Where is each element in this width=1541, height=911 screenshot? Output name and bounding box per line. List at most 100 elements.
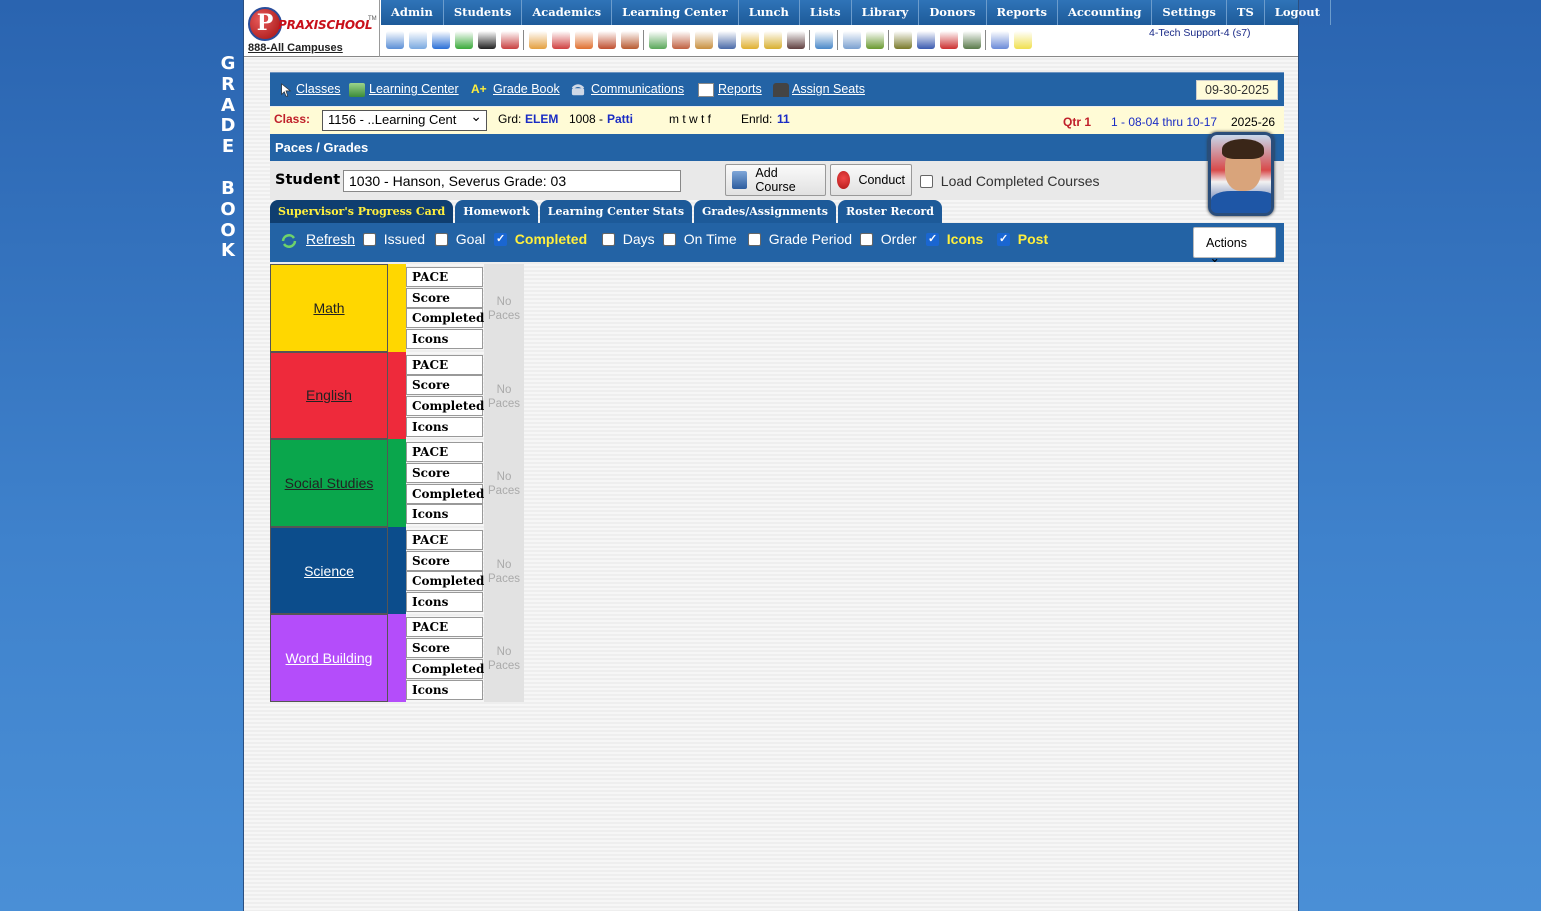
- subject-color-strip: [388, 264, 406, 352]
- refresh-icon[interactable]: [280, 233, 298, 249]
- conduct-label: Conduct: [858, 173, 905, 187]
- mobile-icon[interactable]: [477, 31, 496, 49]
- printer-icon[interactable]: [893, 31, 912, 49]
- menu-learning-center[interactable]: Learning Center: [612, 0, 739, 25]
- filter-completed[interactable]: Completed: [494, 231, 587, 247]
- nav-grade-book[interactable]: Grade Book: [493, 82, 560, 96]
- megaphone-icon[interactable]: [500, 31, 519, 49]
- title-letter: R: [221, 73, 235, 95]
- clock-icon[interactable]: [814, 31, 833, 49]
- enrolled-label: Enrld:: [741, 112, 773, 126]
- menu-library[interactable]: Library: [852, 0, 920, 25]
- menu-students[interactable]: Students: [444, 0, 523, 25]
- cash-icon[interactable]: [962, 31, 981, 49]
- praxischool-logo[interactable]: P PRAXISCHOOL TM 888-All Campuses: [244, 0, 380, 57]
- menu-reports[interactable]: Reports: [987, 0, 1058, 25]
- schedule-icon[interactable]: [528, 31, 547, 49]
- completed-checkbox[interactable]: [494, 232, 507, 246]
- filter-icons[interactable]: Icons: [926, 231, 983, 247]
- nav-classes[interactable]: Classes: [296, 82, 340, 96]
- search-icon[interactable]: [385, 31, 404, 49]
- days-checkbox[interactable]: [602, 233, 615, 246]
- add-course-button[interactable]: Add Course: [725, 164, 826, 196]
- issued-checkbox[interactable]: [363, 233, 376, 246]
- announce-icon[interactable]: [574, 31, 593, 49]
- subject-math[interactable]: Math: [270, 264, 388, 352]
- menu-admin[interactable]: Admin: [381, 0, 444, 25]
- tab-roster-record[interactable]: Roster Record: [837, 200, 942, 223]
- load-completed-checkbox[interactable]: [920, 175, 933, 188]
- filter-issued[interactable]: Issued: [363, 231, 425, 247]
- enrolled-count: 11: [777, 112, 790, 126]
- chat-icon[interactable]: [454, 31, 473, 49]
- grade-period-checkbox[interactable]: [748, 233, 761, 246]
- post-label: Post: [1017, 231, 1049, 247]
- menu-lists[interactable]: Lists: [800, 0, 852, 25]
- broom-icon[interactable]: [740, 31, 759, 49]
- note-icon[interactable]: [1013, 31, 1032, 49]
- calendar-grid-icon[interactable]: [408, 31, 427, 49]
- teacher-icon[interactable]: [597, 31, 616, 49]
- row-label-icons: Icons: [406, 504, 483, 525]
- email-icon[interactable]: [431, 31, 450, 49]
- nav-learning-center[interactable]: Learning Center: [369, 82, 459, 96]
- row-label-completed: Completed: [406, 308, 484, 329]
- icons-checkbox[interactable]: [926, 232, 939, 246]
- pdf-icon[interactable]: [939, 31, 958, 49]
- ap-icon[interactable]: [916, 31, 935, 49]
- tab-supervisors-progress-card[interactable]: Supervisor's Progress Card: [270, 200, 454, 223]
- money-icon[interactable]: [648, 31, 667, 49]
- filter-days[interactable]: Days: [602, 231, 655, 247]
- menu-lunch[interactable]: Lunch: [739, 0, 800, 25]
- filter-on-time[interactable]: On Time: [663, 231, 737, 247]
- help-icon[interactable]: [990, 31, 1009, 49]
- goal-checkbox[interactable]: [435, 233, 448, 246]
- actions-button[interactable]: Actions ⌄: [1193, 227, 1276, 265]
- grade-level: ELEM: [525, 112, 559, 126]
- menu-logout[interactable]: Logout: [1265, 0, 1331, 25]
- subject-word-building[interactable]: Word Building: [270, 614, 388, 702]
- nav-communications[interactable]: Communications: [591, 82, 684, 96]
- forward-icon[interactable]: [763, 31, 782, 49]
- phone-icon: [571, 84, 585, 96]
- refresh-link[interactable]: Refresh: [306, 231, 355, 247]
- menu-accounting[interactable]: Accounting: [1058, 0, 1153, 25]
- class-select[interactable]: 1156 - ..Learning Cent: [322, 110, 487, 131]
- on-time-checkbox[interactable]: [663, 233, 676, 246]
- post-checkbox[interactable]: [997, 232, 1010, 246]
- order-checkbox[interactable]: [860, 233, 873, 246]
- student-input[interactable]: 1030 - Hanson, Severus Grade: 03: [343, 170, 681, 192]
- nav-assign-seats[interactable]: Assign Seats: [792, 82, 865, 96]
- staff-icon[interactable]: [620, 31, 639, 49]
- conduct-button[interactable]: Conduct: [830, 164, 912, 196]
- subject-social-studies[interactable]: Social Studies: [270, 439, 388, 527]
- filter-order[interactable]: Order: [860, 231, 917, 247]
- menu-academics[interactable]: Academics: [522, 0, 613, 25]
- subject-english[interactable]: English: [270, 351, 388, 440]
- teacher-id: 1008 -: [569, 112, 604, 126]
- menu-donors[interactable]: Donors: [919, 0, 987, 25]
- barcode-icon[interactable]: [865, 31, 884, 49]
- book-icon: [732, 171, 748, 189]
- photo-hair: [1222, 139, 1264, 159]
- nav-reports[interactable]: Reports: [718, 82, 762, 96]
- tab-homework[interactable]: Homework: [455, 200, 538, 223]
- calendar-icon[interactable]: [551, 31, 570, 49]
- tab-grades-assignments[interactable]: Grades/Assignments: [694, 200, 836, 223]
- filter-grade-period[interactable]: Grade Period: [748, 231, 852, 247]
- menu-settings[interactable]: Settings: [1152, 0, 1227, 25]
- lunch-icon[interactable]: [694, 31, 713, 49]
- row-label-pace: PACE: [406, 529, 483, 550]
- grade-period-label: Grade Period: [768, 231, 853, 247]
- parent-icon[interactable]: [786, 31, 805, 49]
- load-completed-option[interactable]: Load Completed Courses: [920, 173, 1100, 189]
- filter-goal[interactable]: Goal: [435, 231, 485, 247]
- book-icon[interactable]: [717, 31, 736, 49]
- tab-learning-center-stats[interactable]: Learning Center Stats: [539, 200, 693, 223]
- filter-post[interactable]: Post: [997, 231, 1048, 247]
- subject-science[interactable]: Science: [270, 526, 388, 615]
- list-icon[interactable]: [842, 31, 861, 49]
- family-icon[interactable]: [671, 31, 690, 49]
- menu-ts[interactable]: TS: [1227, 0, 1265, 25]
- campus-link[interactable]: 888-All Campuses: [248, 42, 343, 54]
